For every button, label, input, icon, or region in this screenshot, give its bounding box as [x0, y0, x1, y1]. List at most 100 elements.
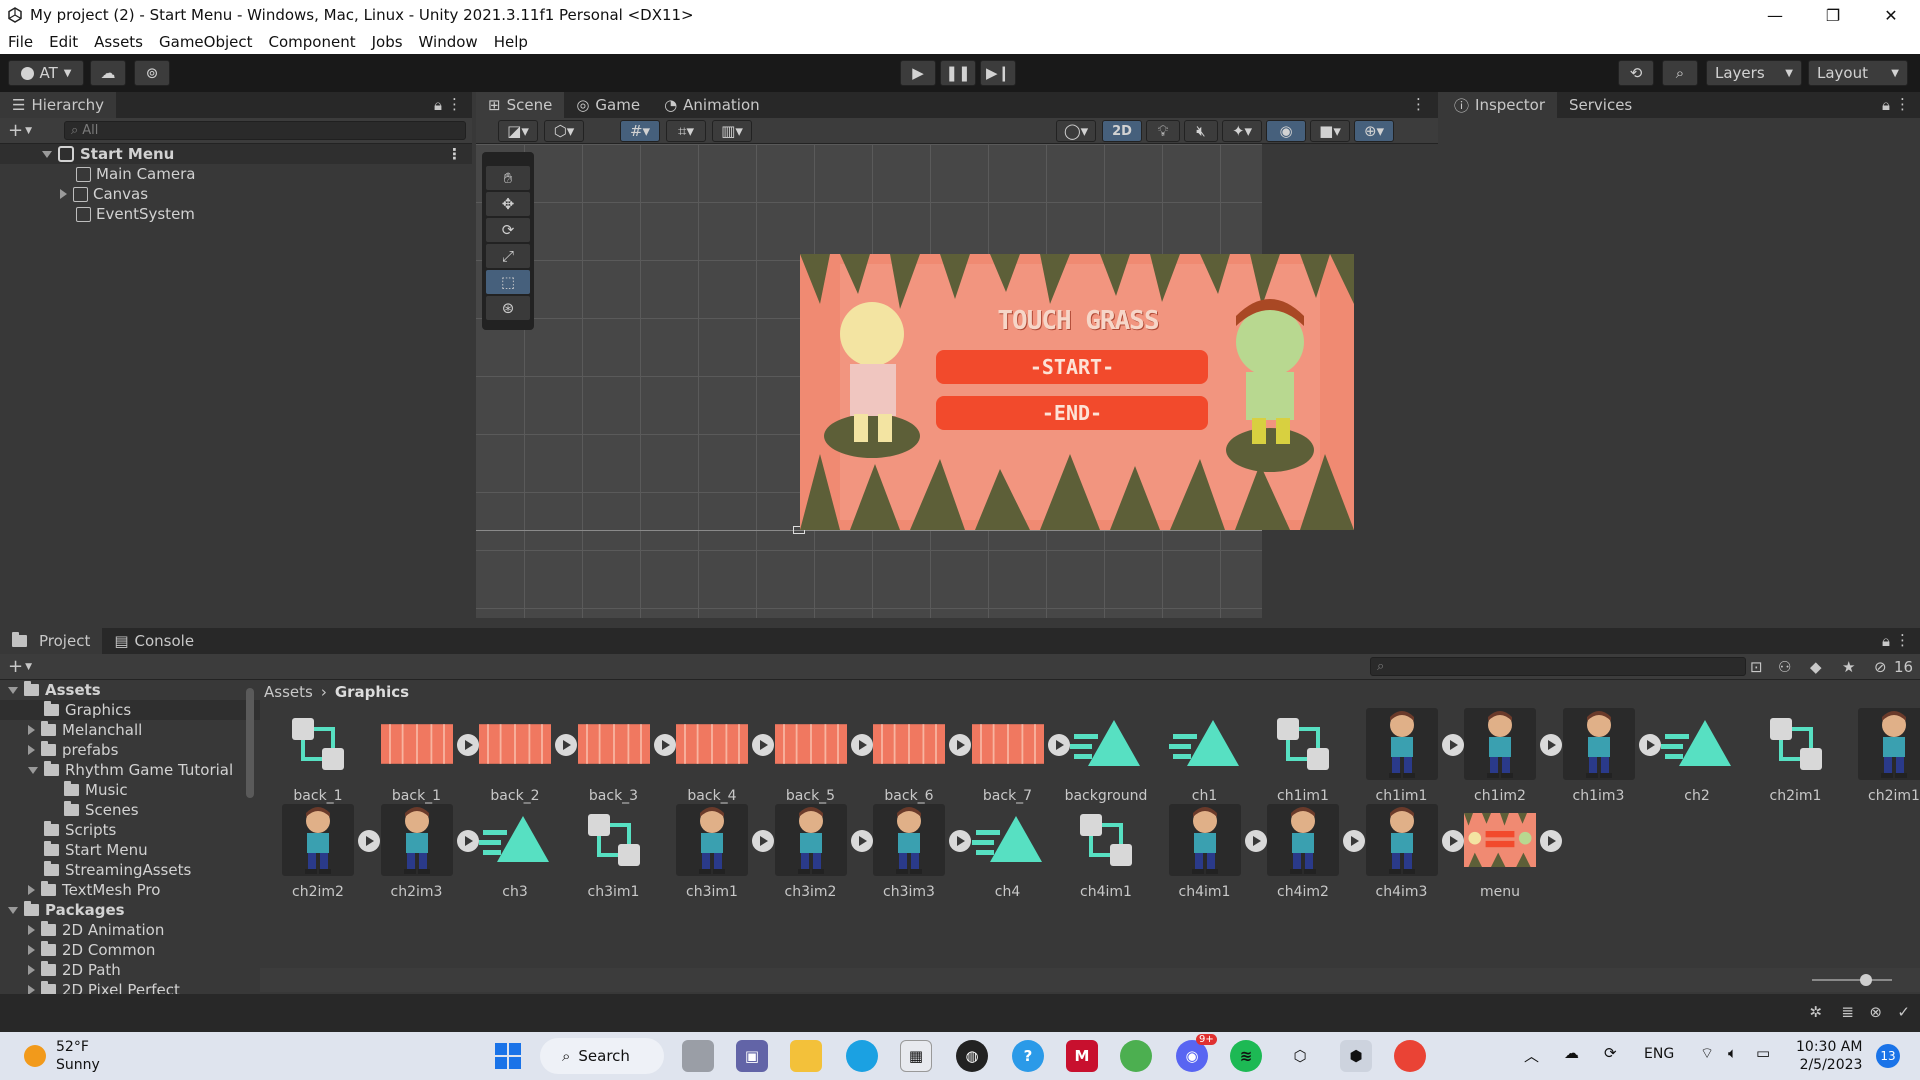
expand-arrow-icon[interactable]	[60, 189, 67, 199]
app-icon[interactable]: ◍	[956, 1040, 988, 1072]
tree-item[interactable]: Scripts	[0, 820, 260, 840]
end-button[interactable]: -END-	[936, 396, 1208, 430]
menu-help[interactable]: Help	[486, 33, 536, 51]
search-button[interactable]: ⌕	[1662, 60, 1698, 86]
play-button[interactable]: ▶	[900, 60, 936, 86]
expand-arrow-icon[interactable]	[8, 906, 18, 914]
menu-gameobject[interactable]: GameObject	[151, 33, 261, 51]
tree-item[interactable]: StreamingAssets	[0, 860, 260, 880]
label-icon[interactable]: ◆	[1810, 658, 1822, 676]
restore-button[interactable]: ❐	[1804, 0, 1862, 30]
xbox-icon[interactable]	[1120, 1040, 1152, 1072]
expand-arrow-icon[interactable]	[28, 725, 35, 735]
scene-viewport[interactable]: ✋︎ ✥ ⟳ ⤢ ⬚ ⊛ TOUCH GRASS -START- -END-	[476, 144, 1354, 618]
project-search-input[interactable]: ⌕	[1370, 657, 1746, 676]
start-button[interactable]: -START-	[936, 350, 1208, 384]
asset-item[interactable]: ch4im1	[1157, 804, 1267, 918]
expand-arrow-icon[interactable]	[28, 885, 35, 895]
shading-dropdown[interactable]: ◯▾	[1056, 120, 1096, 142]
asset-item[interactable]: ch2	[1649, 708, 1745, 822]
tree-item[interactable]: Rhythm Game Tutorial	[0, 760, 260, 780]
cloud-button[interactable]: ☁	[90, 60, 126, 86]
chevron-down-icon[interactable]: ▼	[25, 126, 32, 136]
audio-toggle[interactable]: 🔇︎	[1184, 120, 1218, 142]
kebab-menu-icon[interactable]: ⋮	[447, 145, 462, 163]
asset-item[interactable]: ch3im1	[664, 804, 774, 918]
hierarchy-item-eventsystem[interactable]: EventSystem	[0, 204, 472, 224]
move-tool-icon[interactable]: ✥	[486, 192, 530, 216]
hierarchy-search-input[interactable]: ⌕ All	[64, 121, 466, 140]
tree-item[interactable]: Assets	[0, 680, 260, 700]
hierarchy-item-canvas[interactable]: Canvas	[0, 184, 472, 204]
scale-tool-icon[interactable]: ⤢	[486, 244, 530, 268]
snap-dropdown[interactable]: ⌗▾	[666, 120, 706, 142]
battery-icon[interactable]: ▭	[1756, 1044, 1770, 1062]
expand-arrow-icon[interactable]	[28, 766, 38, 774]
collab-button[interactable]: ⊚	[134, 60, 170, 86]
mcafee-icon[interactable]: M	[1066, 1040, 1098, 1072]
task-view-icon[interactable]	[682, 1040, 714, 1072]
prefab-dropdown[interactable]: ⬡▾	[544, 120, 584, 142]
warning-off-icon[interactable]: ⊗	[1869, 1003, 1882, 1021]
unity-editor-icon[interactable]: ⬢	[1340, 1040, 1372, 1072]
help-app-icon[interactable]: ?	[1012, 1040, 1044, 1072]
close-button[interactable]: ✕	[1862, 0, 1920, 30]
filter-icon[interactable]: ⚇	[1778, 658, 1791, 676]
hierarchy-item-main-camera[interactable]: Main Camera	[0, 164, 472, 184]
asset-item[interactable]: ch4im3	[1354, 804, 1464, 918]
account-dropdown[interactable]: AT ▼	[8, 60, 84, 86]
asset-item[interactable]: ch1im3	[1551, 708, 1661, 822]
expand-arrow-icon[interactable]	[28, 745, 35, 755]
hidden-packages-icon[interactable]: ⊘	[1874, 658, 1887, 676]
lock-icon[interactable]: 🔒︎	[434, 96, 442, 114]
expand-arrow-icon[interactable]	[28, 925, 35, 935]
rect-tool-icon[interactable]: ⬚	[486, 270, 530, 294]
grid-snap-dropdown[interactable]: #▾	[620, 120, 660, 142]
gizmos-dropdown[interactable]: ⊕▾	[1354, 120, 1394, 142]
asset-item[interactable]: menu	[1452, 804, 1562, 918]
tree-item[interactable]: Graphics	[0, 700, 260, 720]
tree-item[interactable]: 2D Path	[0, 960, 260, 980]
asset-item[interactable]: ch4im2	[1255, 804, 1365, 918]
notification-badge[interactable]: 13	[1876, 1044, 1900, 1068]
visibility-toggle[interactable]: ◉	[1266, 120, 1306, 142]
file-explorer-icon[interactable]	[790, 1040, 822, 1072]
menu-window[interactable]: Window	[411, 33, 486, 51]
favorite-icon[interactable]: ★	[1842, 658, 1855, 676]
start-button[interactable]	[492, 1040, 524, 1072]
tree-item[interactable]: TextMesh Pro	[0, 880, 260, 900]
camera-dropdown[interactable]: ■▾	[1310, 120, 1350, 142]
toggle-2d-button[interactable]: 2D	[1102, 120, 1142, 142]
thumbnail-slider-handle[interactable]	[1860, 974, 1872, 986]
hand-tool-icon[interactable]: ✋︎	[486, 166, 530, 190]
step-button[interactable]: ▶❙	[980, 60, 1016, 86]
menu-jobs[interactable]: Jobs	[364, 33, 411, 51]
tree-item[interactable]: Scenes	[0, 800, 260, 820]
expand-arrow-icon[interactable]	[42, 150, 52, 158]
tree-item[interactable]: 2D Animation	[0, 920, 260, 940]
kebab-menu-icon[interactable]: ⋮	[447, 95, 462, 113]
draw-mode-dropdown[interactable]: ◪▾	[498, 120, 538, 142]
thumbnail-size-slider[interactable]	[1812, 979, 1892, 981]
lock-icon[interactable]: 🔒︎	[1882, 632, 1890, 650]
edge-icon[interactable]	[846, 1040, 878, 1072]
chrome-icon[interactable]	[1394, 1040, 1426, 1072]
tree-item[interactable]: Packages	[0, 900, 260, 920]
game-menu-preview[interactable]: TOUCH GRASS -START- -END-	[800, 254, 1354, 530]
onedrive-icon[interactable]: ☁	[1564, 1044, 1579, 1062]
menu-component[interactable]: Component	[261, 33, 364, 51]
asset-item[interactable]: ch3im1	[566, 804, 662, 918]
tab-animation[interactable]: ◔ Animation	[652, 92, 772, 118]
asset-item[interactable]: ch4im1	[1058, 804, 1154, 918]
add-icon[interactable]: +	[8, 120, 23, 141]
add-icon[interactable]: +	[8, 656, 23, 677]
breadcrumb-assets[interactable]: Assets	[264, 683, 313, 701]
menu-edit[interactable]: Edit	[41, 33, 86, 51]
tab-game[interactable]: ◎ Game	[564, 92, 652, 118]
minimize-button[interactable]: —	[1746, 0, 1804, 30]
check-icon[interactable]: ✓	[1897, 1003, 1910, 1021]
unity-hub-icon[interactable]: ⬡	[1284, 1040, 1316, 1072]
expand-arrow-icon[interactable]	[8, 686, 18, 694]
asset-item[interactable]: ch2im2	[270, 804, 380, 918]
menu-assets[interactable]: Assets	[86, 33, 151, 51]
